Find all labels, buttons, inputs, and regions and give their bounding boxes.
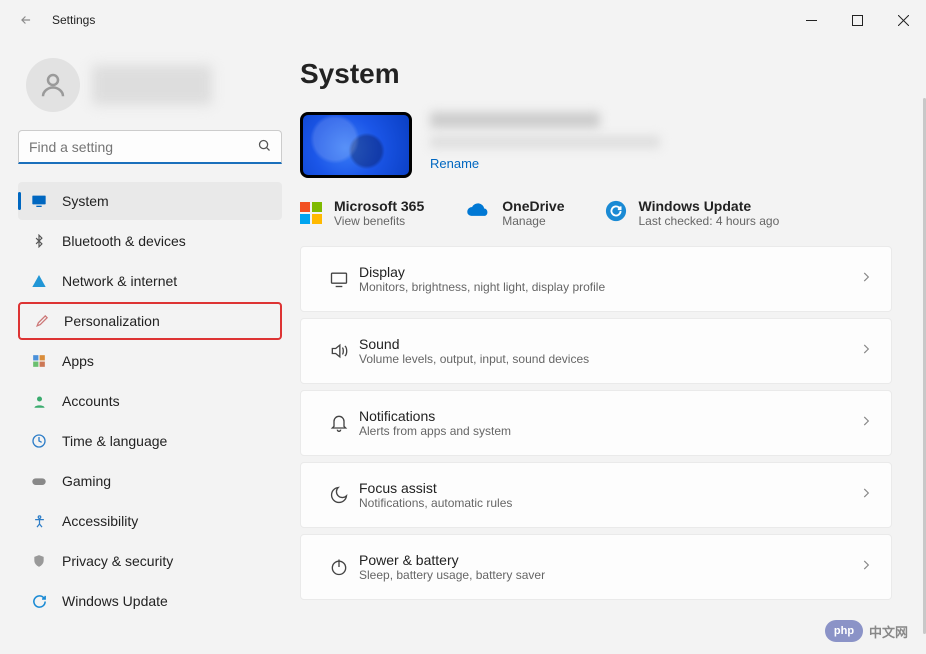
php-logo-icon: php — [825, 620, 863, 642]
info-card-title: Microsoft 365 — [334, 198, 424, 214]
chevron-right-icon — [859, 342, 873, 361]
sidebar-item-bluetooth[interactable]: Bluetooth & devices — [18, 222, 282, 260]
info-card-windowsupdate[interactable]: Windows Update Last checked: 4 hours ago — [605, 198, 780, 228]
search-box — [18, 130, 282, 164]
setting-display[interactable]: Display Monitors, brightness, night ligh… — [300, 246, 892, 312]
setting-focus[interactable]: Focus assist Notifications, automatic ru… — [300, 462, 892, 528]
sidebar-item-system[interactable]: System — [18, 182, 282, 220]
main-content: System Rename Microsoft 365 View benefit… — [300, 40, 926, 654]
profile-block[interactable] — [26, 58, 282, 112]
sound-icon — [319, 341, 359, 361]
setting-subtitle: Alerts from apps and system — [359, 424, 859, 438]
info-card-subtitle: Manage — [502, 214, 564, 228]
rename-link[interactable]: Rename — [430, 156, 660, 171]
setting-title: Display — [359, 264, 859, 280]
sidebar-item-label: Accounts — [62, 393, 120, 409]
display-icon — [319, 269, 359, 289]
sidebar-item-label: Apps — [62, 353, 94, 369]
apps-icon — [30, 352, 48, 370]
info-card-onedrive[interactable]: OneDrive Manage — [464, 198, 564, 228]
sidebar-item-time[interactable]: Time & language — [18, 422, 282, 460]
info-card-subtitle: Last checked: 4 hours ago — [639, 214, 780, 228]
chevron-right-icon — [859, 270, 873, 289]
window-title: Settings — [52, 13, 95, 27]
sidebar: System Bluetooth & devices Network & int… — [0, 40, 300, 654]
moon-icon — [319, 485, 359, 505]
sidebar-item-accessibility[interactable]: Accessibility — [18, 502, 282, 540]
update-sync-icon — [605, 200, 627, 227]
titlebar: Settings — [0, 0, 926, 40]
monitor-icon — [30, 192, 48, 210]
sidebar-item-label: System — [62, 193, 109, 209]
info-card-microsoft365[interactable]: Microsoft 365 View benefits — [300, 198, 424, 228]
device-model-redacted — [430, 136, 660, 148]
wifi-icon — [30, 272, 48, 290]
search-input[interactable] — [18, 130, 282, 164]
person-icon — [30, 392, 48, 410]
page-title: System — [300, 58, 898, 90]
setting-subtitle: Volume levels, output, input, sound devi… — [359, 352, 859, 366]
setting-title: Power & battery — [359, 552, 859, 568]
chevron-right-icon — [859, 486, 873, 505]
setting-notifications[interactable]: Notifications Alerts from apps and syste… — [300, 390, 892, 456]
chevron-right-icon — [859, 414, 873, 433]
device-block: Rename — [300, 112, 898, 178]
power-icon — [319, 557, 359, 577]
sidebar-item-privacy[interactable]: Privacy & security — [18, 542, 282, 580]
sidebar-item-personalization[interactable]: Personalization — [18, 302, 282, 340]
sidebar-item-label: Network & internet — [62, 273, 177, 289]
setting-power[interactable]: Power & battery Sleep, battery usage, ba… — [300, 534, 892, 600]
info-card-subtitle: View benefits — [334, 214, 424, 228]
sidebar-item-apps[interactable]: Apps — [18, 342, 282, 380]
sidebar-item-label: Bluetooth & devices — [62, 233, 186, 249]
sidebar-item-label: Gaming — [62, 473, 111, 489]
microsoft365-icon — [300, 202, 322, 224]
sidebar-item-update[interactable]: Windows Update — [18, 582, 282, 620]
search-icon — [257, 138, 272, 158]
update-icon — [30, 592, 48, 610]
sidebar-item-gaming[interactable]: Gaming — [18, 462, 282, 500]
sidebar-item-label: Windows Update — [62, 593, 168, 609]
clock-globe-icon — [30, 432, 48, 450]
setting-title: Sound — [359, 336, 859, 352]
info-card-title: Windows Update — [639, 198, 780, 214]
bluetooth-icon — [30, 232, 48, 250]
setting-sound[interactable]: Sound Volume levels, output, input, soun… — [300, 318, 892, 384]
watermark-text: 中文网 — [869, 622, 908, 641]
sidebar-item-accounts[interactable]: Accounts — [18, 382, 282, 420]
sidebar-item-label: Time & language — [62, 433, 167, 449]
setting-subtitle: Notifications, automatic rules — [359, 496, 859, 510]
back-button[interactable] — [12, 6, 40, 34]
shield-icon — [30, 552, 48, 570]
brush-icon — [32, 312, 50, 330]
close-button[interactable] — [880, 4, 926, 36]
avatar — [26, 58, 80, 112]
sidebar-item-label: Personalization — [64, 313, 160, 329]
minimize-button[interactable] — [788, 4, 834, 36]
bell-icon — [319, 413, 359, 433]
info-cards: Microsoft 365 View benefits OneDrive Man… — [300, 198, 898, 228]
setting-subtitle: Sleep, battery usage, battery saver — [359, 568, 859, 582]
info-card-title: OneDrive — [502, 198, 564, 214]
device-thumbnail[interactable] — [300, 112, 412, 178]
setting-title: Notifications — [359, 408, 859, 424]
accessibility-icon — [30, 512, 48, 530]
maximize-button[interactable] — [834, 4, 880, 36]
onedrive-icon — [464, 202, 490, 225]
chevron-right-icon — [859, 558, 873, 577]
profile-name-redacted — [92, 65, 212, 105]
sidebar-item-label: Accessibility — [62, 513, 138, 529]
nav-list: System Bluetooth & devices Network & int… — [18, 182, 282, 622]
sidebar-item-network[interactable]: Network & internet — [18, 262, 282, 300]
device-name-redacted — [430, 112, 600, 128]
settings-list: Display Monitors, brightness, night ligh… — [300, 246, 898, 600]
watermark: php 中文网 — [825, 620, 908, 642]
setting-title: Focus assist — [359, 480, 859, 496]
gaming-icon — [30, 472, 48, 490]
setting-subtitle: Monitors, brightness, night light, displ… — [359, 280, 859, 294]
sidebar-item-label: Privacy & security — [62, 553, 173, 569]
